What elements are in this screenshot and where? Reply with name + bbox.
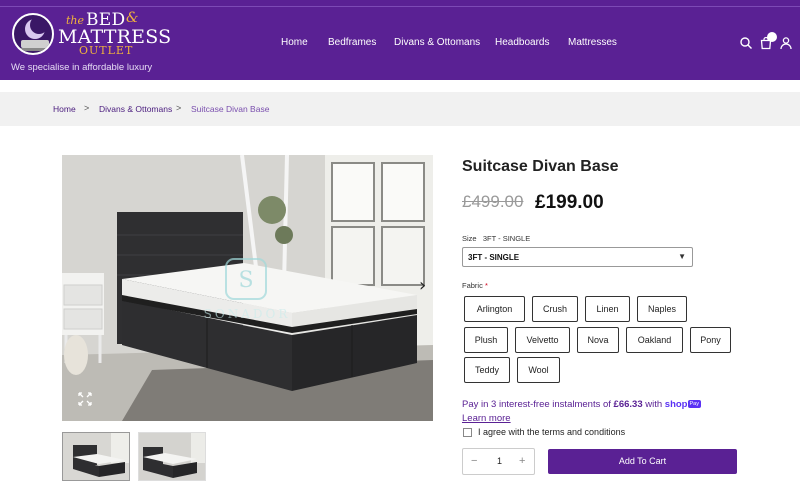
fabric-option-oakland[interactable]: Oakland xyxy=(626,327,683,353)
breadcrumb-separator: > xyxy=(176,103,182,113)
next-arrow-icon[interactable]: › xyxy=(419,275,426,296)
header-divider xyxy=(0,6,800,7)
nav-mattresses[interactable]: Mattresses xyxy=(568,37,617,48)
watermark-text: SONADOR xyxy=(204,307,291,321)
search-icon[interactable] xyxy=(739,36,753,50)
product-thumbnail-1[interactable] xyxy=(62,432,130,481)
breadcrumb-divans-ottomans[interactable]: Divans & Ottomans xyxy=(99,104,172,114)
fabric-label: Fabric * xyxy=(462,281,488,290)
instalments-message: Pay in 3 interest-free instalments of £6… xyxy=(462,399,701,410)
size-label: Size 3FT - SINGLE xyxy=(462,234,530,243)
quantity-increase-button[interactable]: + xyxy=(519,455,525,467)
fabric-option-nova[interactable]: Nova xyxy=(577,327,619,353)
logo-emblem-icon[interactable] xyxy=(12,13,54,55)
size-select[interactable]: 3FT - SINGLE ▼ xyxy=(462,247,693,267)
user-icon[interactable] xyxy=(779,36,793,50)
add-to-cart-button[interactable]: Add To Cart xyxy=(548,449,737,474)
cart-count-badge xyxy=(767,32,777,42)
breadcrumb-home[interactable]: Home xyxy=(53,104,76,114)
fabric-option-plush[interactable]: Plush xyxy=(464,327,508,353)
instalments-prefix: Pay in 3 interest-free instalments of xyxy=(462,399,611,410)
instalments-amount: £66.33 xyxy=(613,399,643,410)
quantity-value[interactable]: 1 xyxy=(497,456,502,466)
fabric-option-teddy[interactable]: Teddy xyxy=(464,357,510,383)
sale-price: £199.00 xyxy=(535,192,604,213)
terms-label: I agree with the terms and conditions xyxy=(478,427,626,437)
fabric-option-arlington[interactable]: Arlington xyxy=(464,296,525,322)
terms-checkbox[interactable] xyxy=(463,428,472,437)
shop-pay-logo: shop xyxy=(664,399,688,410)
fabric-label-text: Fabric xyxy=(462,281,483,290)
chevron-down-icon: ▼ xyxy=(678,252,686,261)
fabric-option-velvetto[interactable]: Velvetto xyxy=(515,327,570,353)
tagline: We specialise in affordable luxury xyxy=(11,62,153,73)
product-title: Suitcase Divan Base xyxy=(462,158,619,175)
fabric-option-pony[interactable]: Pony xyxy=(690,327,731,353)
breadcrumb-separator: > xyxy=(84,103,90,113)
learn-more-link[interactable]: Learn more xyxy=(462,413,511,424)
size-label-text: Size xyxy=(462,234,477,243)
size-label-value: 3FT - SINGLE xyxy=(482,234,531,243)
fabric-option-crush[interactable]: Crush xyxy=(532,296,578,322)
fabric-option-naples[interactable]: Naples xyxy=(637,296,687,322)
size-select-value: 3FT - SINGLE xyxy=(468,253,520,262)
logo-outlet: OUTLET xyxy=(79,44,134,57)
product-main-image[interactable]: S SONADOR › xyxy=(62,155,433,421)
fabric-option-linen[interactable]: Linen xyxy=(585,296,630,322)
original-price: £499.00 xyxy=(462,192,524,211)
shop-pay-badge: Pay xyxy=(687,400,701,408)
quantity-decrease-button[interactable]: − xyxy=(471,455,477,467)
svg-text:S: S xyxy=(238,268,253,293)
product-thumbnail-2[interactable] xyxy=(138,432,206,481)
instalments-with: with xyxy=(645,399,663,410)
required-marker: * xyxy=(484,281,488,290)
nav-divans-ottomans[interactable]: Divans & Ottomans xyxy=(394,37,480,48)
nav-home[interactable]: Home xyxy=(281,37,308,48)
quantity-stepper: − 1 + xyxy=(462,448,535,475)
breadcrumb-current: Suitcase Divan Base xyxy=(191,104,270,114)
logo-ampersand: & xyxy=(126,10,139,26)
nav-headboards[interactable]: Headboards xyxy=(495,37,549,48)
nav-bedframes[interactable]: Bedframes xyxy=(328,37,376,48)
fabric-option-wool[interactable]: Wool xyxy=(517,357,560,383)
